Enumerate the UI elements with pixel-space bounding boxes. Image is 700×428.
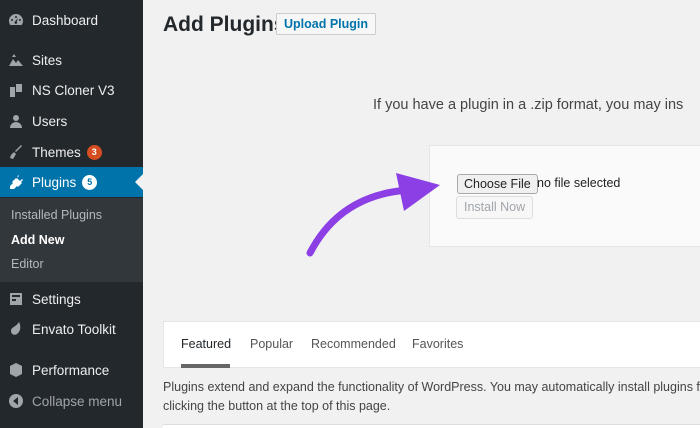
upload-plugin-button[interactable]: Upload Plugin <box>276 13 377 35</box>
menu-item-themes[interactable]: Themes 3 <box>0 137 143 167</box>
menu-label-settings: Settings <box>32 291 81 307</box>
submenu-editor[interactable]: Editor <box>11 257 44 271</box>
menu-item-dashboard[interactable]: Dashboard <box>0 5 143 35</box>
menu-item-users[interactable]: Users <box>0 106 143 136</box>
annotation-arrow-icon <box>306 173 440 257</box>
install-now-button[interactable]: Install Now <box>456 196 534 219</box>
menu-item-settings[interactable]: Settings <box>0 284 143 314</box>
menu-label-envato-toolkit: Envato Toolkit <box>32 321 116 337</box>
menu-label-themes: Themes <box>32 144 81 160</box>
upload-instructions: If you have a plugin in a .zip format, y… <box>373 97 684 113</box>
themes-icon <box>8 144 24 160</box>
menu-item-performance[interactable]: Performance <box>0 355 143 385</box>
plugins-description-line-1: Plugins extend and expand the functional… <box>163 380 700 394</box>
admin-sidebar: Dashboard Sites NS Cloner V3 Users Theme… <box>0 0 143 428</box>
performance-icon <box>8 362 24 378</box>
active-tab-indicator <box>181 364 230 368</box>
submenu-add-new[interactable]: Add New <box>11 233 64 247</box>
menu-label-ns-cloner: NS Cloner V3 <box>32 82 115 98</box>
collapse-icon <box>8 393 24 409</box>
settings-icon <box>8 291 24 307</box>
menu-item-ns-cloner[interactable]: NS Cloner V3 <box>0 75 143 105</box>
themes-update-badge: 3 <box>86 144 102 160</box>
tab-favorites[interactable]: Favorites <box>412 337 463 351</box>
cloner-icon <box>8 82 24 98</box>
menu-item-plugins[interactable]: Plugins 5 <box>0 167 143 197</box>
menu-label-performance: Performance <box>32 362 110 378</box>
users-icon <box>8 113 24 129</box>
plugin-filter-tabs: Featured Popular Recommended Favorites <box>163 321 700 368</box>
active-menu-notch <box>135 174 143 190</box>
plugins-icon <box>8 174 24 190</box>
dashboard-icon <box>8 12 24 28</box>
menu-label-plugins: Plugins <box>32 174 77 190</box>
menu-label-sites: Sites <box>32 52 63 68</box>
tab-recommended[interactable]: Recommended <box>311 337 396 351</box>
envato-icon <box>8 321 24 337</box>
menu-label-users: Users <box>32 113 68 129</box>
sites-icon <box>8 52 24 68</box>
submenu-installed-plugins[interactable]: Installed Plugins <box>11 208 102 222</box>
choose-file-button[interactable]: Choose File <box>457 174 538 194</box>
menu-item-envato-toolkit[interactable]: Envato Toolkit <box>0 314 143 344</box>
plugins-description-line-2: clicking the button at the top of this p… <box>163 399 391 413</box>
page-title: Add Plugins <box>163 13 286 36</box>
file-status-text: no file selected <box>537 176 621 190</box>
tab-featured[interactable]: Featured <box>181 337 231 351</box>
menu-item-sites[interactable]: Sites <box>0 45 143 75</box>
plugin-list-edge <box>163 424 700 428</box>
plugins-submenu: Installed Plugins Add New Editor <box>0 198 143 282</box>
menu-label-dashboard: Dashboard <box>32 12 99 28</box>
collapse-menu-button[interactable]: Collapse menu <box>0 386 143 416</box>
tab-popular[interactable]: Popular <box>250 337 293 351</box>
menu-label-collapse: Collapse menu <box>32 393 123 409</box>
plugins-update-badge: 5 <box>82 174 98 190</box>
